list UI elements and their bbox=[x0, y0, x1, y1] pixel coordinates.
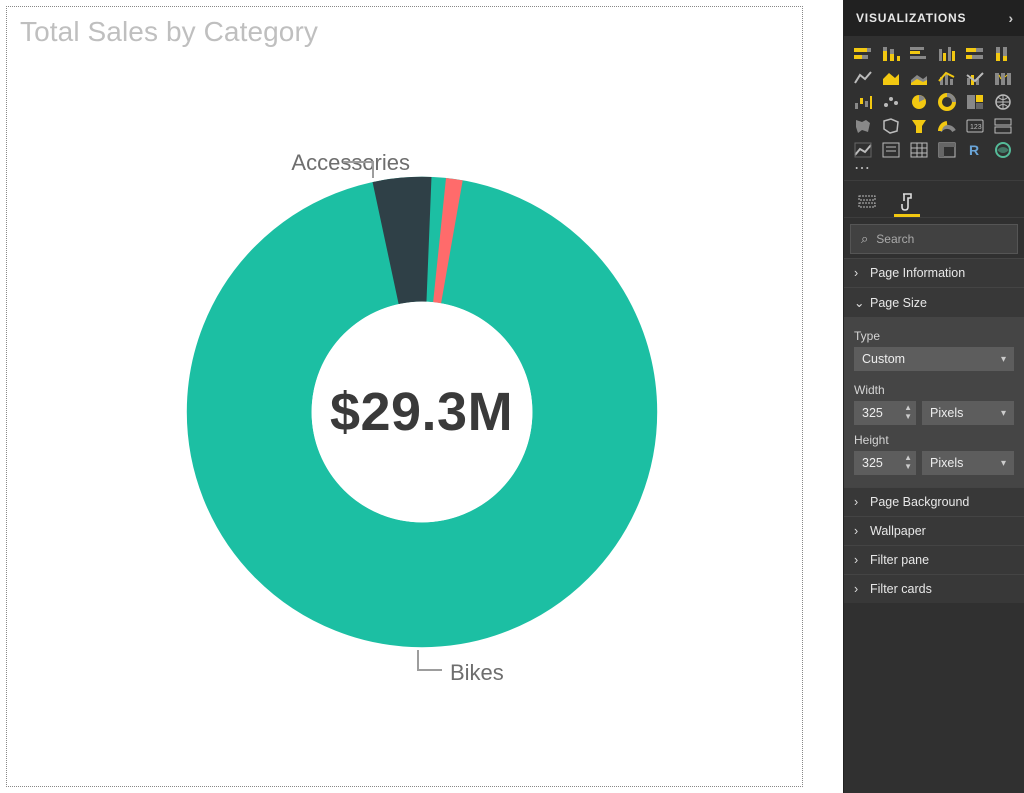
section-label: Filter pane bbox=[870, 553, 929, 567]
clustered-column-icon[interactable] bbox=[936, 44, 958, 64]
dropdown-caret-icon: ▾ bbox=[1001, 408, 1006, 419]
visualizations-panel: VISUALIZATIONS › bbox=[843, 0, 1024, 793]
unit-value: Pixels bbox=[930, 406, 963, 420]
type-value: Custom bbox=[862, 352, 905, 366]
format-tabs bbox=[844, 180, 1024, 218]
chevron-down-icon: ⌄ bbox=[854, 295, 864, 310]
collapse-panel-icon[interactable]: › bbox=[1009, 10, 1014, 26]
unit-value: Pixels bbox=[930, 456, 963, 470]
page-size-body: Type Custom ▾ Width 325 ▲▼ Pixels ▾ Heig bbox=[844, 317, 1024, 487]
panel-title: VISUALIZATIONS bbox=[856, 11, 966, 25]
stacked-column-icon[interactable] bbox=[880, 44, 902, 64]
fields-tab-icon[interactable] bbox=[856, 189, 878, 215]
100-stacked-bar-icon[interactable] bbox=[964, 44, 986, 64]
spinner-up-icon[interactable]: ▲ bbox=[904, 403, 912, 412]
line-chart-icon[interactable] bbox=[852, 68, 874, 88]
height-label: Height bbox=[854, 433, 1014, 447]
slicer-icon[interactable] bbox=[880, 140, 902, 160]
dropdown-caret-icon: ▾ bbox=[1001, 458, 1006, 469]
visualization-picker: 123 R bbox=[844, 36, 1024, 164]
stacked-bar-icon[interactable] bbox=[852, 44, 874, 64]
width-value: 325 bbox=[862, 406, 883, 420]
scatter-icon[interactable] bbox=[880, 92, 902, 112]
svg-text:R: R bbox=[969, 142, 979, 158]
format-search[interactable]: ⌕ bbox=[850, 224, 1018, 254]
spinner-down-icon[interactable]: ▼ bbox=[904, 462, 912, 471]
width-unit-select[interactable]: Pixels ▾ bbox=[922, 401, 1014, 425]
gauge-icon[interactable] bbox=[936, 116, 958, 136]
waterfall-icon[interactable] bbox=[852, 92, 874, 112]
area-chart-icon[interactable] bbox=[880, 68, 902, 88]
report-canvas[interactable]: Total Sales by Category Accessories Bike… bbox=[0, 0, 843, 793]
line-column-icon[interactable] bbox=[936, 68, 958, 88]
data-label-bikes: Bikes bbox=[450, 660, 504, 686]
kpi-icon[interactable] bbox=[852, 140, 874, 160]
funnel-icon[interactable] bbox=[908, 116, 930, 136]
map-icon[interactable] bbox=[992, 92, 1014, 112]
spinner-down-icon[interactable]: ▼ bbox=[904, 412, 912, 421]
chevron-right-icon: › bbox=[854, 266, 864, 280]
svg-text:123: 123 bbox=[970, 124, 982, 131]
spinner-up-icon[interactable]: ▲ bbox=[904, 453, 912, 462]
more-visuals-icon[interactable]: ⋯ bbox=[844, 164, 1024, 180]
chart-title: Total Sales by Category bbox=[20, 16, 318, 48]
search-input[interactable] bbox=[876, 232, 1024, 246]
section-page-background[interactable]: › Page Background bbox=[844, 487, 1024, 516]
format-tab-icon[interactable] bbox=[896, 189, 918, 215]
section-label: Wallpaper bbox=[870, 524, 926, 538]
section-label: Page Information bbox=[870, 266, 965, 280]
chart-center-value: $29.3M bbox=[330, 381, 513, 443]
search-icon: ⌕ bbox=[861, 231, 868, 247]
stacked-area-icon[interactable] bbox=[908, 68, 930, 88]
section-page-size[interactable]: ⌄ Page Size bbox=[844, 287, 1024, 317]
section-filter-cards[interactable]: › Filter cards bbox=[844, 574, 1024, 603]
arcgis-icon[interactable] bbox=[992, 140, 1014, 160]
table-icon[interactable] bbox=[908, 140, 930, 160]
section-page-information[interactable]: › Page Information bbox=[844, 258, 1024, 287]
width-input[interactable]: 325 ▲▼ bbox=[854, 401, 916, 425]
chevron-right-icon: › bbox=[854, 582, 864, 596]
height-input[interactable]: 325 ▲▼ bbox=[854, 451, 916, 475]
dropdown-caret-icon: ▾ bbox=[1001, 354, 1006, 365]
ribbon-chart-icon[interactable] bbox=[992, 68, 1014, 88]
donut-icon[interactable] bbox=[936, 92, 958, 112]
filled-map-icon[interactable] bbox=[852, 116, 874, 136]
chevron-right-icon: › bbox=[854, 553, 864, 567]
pie-icon[interactable] bbox=[908, 92, 930, 112]
r-visual-icon[interactable]: R bbox=[964, 140, 986, 160]
shape-map-icon[interactable] bbox=[880, 116, 902, 136]
matrix-icon[interactable] bbox=[936, 140, 958, 160]
width-label: Width bbox=[854, 383, 1014, 397]
section-wallpaper[interactable]: › Wallpaper bbox=[844, 516, 1024, 545]
chevron-right-icon: › bbox=[854, 495, 864, 509]
section-label: Page Size bbox=[870, 296, 927, 310]
100-stacked-column-icon[interactable] bbox=[992, 44, 1014, 64]
line-clustered-column-icon[interactable] bbox=[964, 68, 986, 88]
height-unit-select[interactable]: Pixels ▾ bbox=[922, 451, 1014, 475]
type-label: Type bbox=[854, 329, 1014, 343]
clustered-bar-icon[interactable] bbox=[908, 44, 930, 64]
treemap-icon[interactable] bbox=[964, 92, 986, 112]
panel-header[interactable]: VISUALIZATIONS › bbox=[844, 0, 1024, 36]
chevron-right-icon: › bbox=[854, 524, 864, 538]
section-filter-pane[interactable]: › Filter pane bbox=[844, 545, 1024, 574]
type-select[interactable]: Custom ▾ bbox=[854, 347, 1014, 371]
section-label: Page Background bbox=[870, 495, 969, 509]
multi-row-card-icon[interactable] bbox=[992, 116, 1014, 136]
donut-chart[interactable]: $29.3M bbox=[182, 172, 662, 652]
card-icon[interactable]: 123 bbox=[964, 116, 986, 136]
height-value: 325 bbox=[862, 456, 883, 470]
section-label: Filter cards bbox=[870, 582, 932, 596]
